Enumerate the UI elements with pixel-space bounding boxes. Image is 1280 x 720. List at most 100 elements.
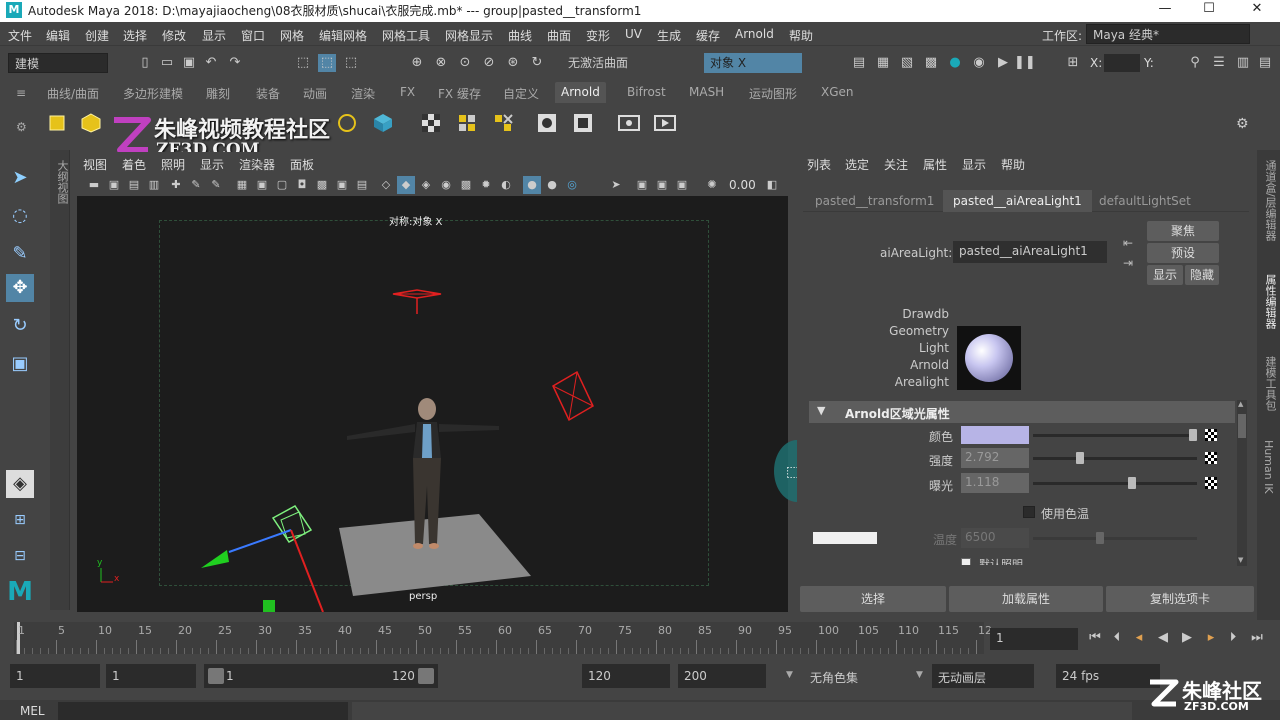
- ae-menu-attributes[interactable]: 属性: [923, 156, 947, 173]
- intensity-map-icon[interactable]: [1205, 452, 1217, 464]
- area-light-icon[interactable]: [46, 112, 68, 134]
- menu-display[interactable]: 显示: [202, 27, 226, 44]
- go-to-start-icon[interactable]: ⏮: [1086, 629, 1104, 647]
- snap-view-icon[interactable]: ⊘: [480, 54, 498, 72]
- step-forward-frame-icon[interactable]: ⏵: [1224, 629, 1242, 647]
- four-view-layout-icon[interactable]: ⊞: [6, 506, 34, 534]
- delete-cache-icon[interactable]: [492, 112, 514, 134]
- menu-cache[interactable]: 缓存: [696, 27, 720, 44]
- select-component-icon[interactable]: ⬚: [342, 54, 360, 72]
- shelf-tab-xgen[interactable]: XGen: [821, 85, 854, 99]
- grease-pencil-icon[interactable]: ✎: [187, 176, 205, 194]
- illuminates-default-checkbox[interactable]: [961, 558, 973, 565]
- default-material-icon[interactable]: ◉: [437, 176, 455, 194]
- snap-pivot-icon[interactable]: ↻: [528, 54, 546, 72]
- resolution-gate-icon[interactable]: ▢: [273, 176, 291, 194]
- command-input[interactable]: [58, 702, 348, 720]
- maximize-button[interactable]: ☐: [1194, 1, 1224, 16]
- textured-icon[interactable]: ▩: [457, 176, 475, 194]
- live-surface-field[interactable]: 无激活曲面: [562, 53, 662, 73]
- play-forwards-icon[interactable]: ▶: [1178, 629, 1196, 647]
- minimize-button[interactable]: —: [1150, 1, 1180, 16]
- ipr-render-icon[interactable]: ▧: [898, 54, 916, 72]
- menu-edit-mesh[interactable]: 编辑网格: [319, 27, 367, 44]
- menu-uv[interactable]: UV: [625, 27, 642, 41]
- anti-aliasing-icon[interactable]: ◎: [563, 176, 581, 194]
- grid-toggle-icon[interactable]: ✎: [207, 176, 225, 194]
- smooth-shade-icon[interactable]: ◆: [397, 176, 415, 194]
- sidebar-toggle-icon[interactable]: ⚲: [1186, 54, 1204, 72]
- open-scene-icon[interactable]: ▭: [158, 54, 176, 72]
- character-set-dropdown[interactable]: 无角色集: [810, 669, 858, 686]
- shelf-tab-poly[interactable]: 多边形建模: [123, 85, 183, 102]
- step-forward-key-icon[interactable]: ▸: [1202, 629, 1220, 647]
- ae-section-header[interactable]: ▼ Arnold区域光属性: [809, 401, 1235, 423]
- menu-file[interactable]: 文件: [8, 27, 32, 44]
- xray-active-icon[interactable]: ▣: [673, 176, 691, 194]
- side-tab-human-ik[interactable]: Human IK: [1262, 440, 1275, 494]
- rotate-tool-icon[interactable]: ↻: [6, 312, 34, 340]
- viewport-menu-renderer[interactable]: 渲染器: [239, 156, 275, 173]
- snap-grid-icon[interactable]: ⊕: [408, 54, 426, 72]
- ambient-occlusion-icon[interactable]: ●: [523, 176, 541, 194]
- ae-tab-transform[interactable]: pasted__transform1: [815, 194, 934, 208]
- snap-curve-icon[interactable]: ⊗: [432, 54, 450, 72]
- playback-start-field[interactable]: 1: [106, 664, 196, 688]
- render-setup-icon[interactable]: ◉: [970, 54, 988, 72]
- intensity-field[interactable]: 2.792: [961, 448, 1029, 468]
- menu-mesh-tools[interactable]: 网格工具: [382, 27, 430, 44]
- wireframe-on-shaded-icon[interactable]: ◈: [417, 176, 435, 194]
- scale-tool-icon[interactable]: ▣: [6, 350, 34, 378]
- render-settings-icon[interactable]: ▩: [922, 54, 940, 72]
- camera-attributes-icon[interactable]: ▣: [105, 176, 123, 194]
- safe-action-icon[interactable]: ▣: [333, 176, 351, 194]
- snap-surface-icon[interactable]: ⊛: [504, 54, 522, 72]
- menu-modify[interactable]: 修改: [162, 27, 186, 44]
- animation-start-field[interactable]: 1: [10, 664, 100, 688]
- side-tab-modeling-toolkit[interactable]: 建模工具包: [1262, 356, 1278, 411]
- menu-windows[interactable]: 窗口: [241, 27, 265, 44]
- save-scene-icon[interactable]: ▣: [180, 54, 198, 72]
- step-back-key-icon[interactable]: ◂: [1130, 629, 1148, 647]
- ae-tab-lightset[interactable]: defaultLightSet: [1099, 194, 1191, 208]
- ae-copy-tab-button[interactable]: 复制选项卡: [1106, 586, 1254, 612]
- motion-blur-icon[interactable]: ●: [543, 176, 561, 194]
- shelf-tab-curves[interactable]: 曲线/曲面: [47, 85, 99, 102]
- exposure-value[interactable]: 0.00: [729, 178, 756, 192]
- x-coord-field[interactable]: [1104, 54, 1140, 72]
- shelf-tab-arnold[interactable]: Arnold: [555, 82, 606, 103]
- hypershade-icon[interactable]: ●: [946, 54, 964, 72]
- side-tab-attribute-editor[interactable]: 属性编辑器: [1262, 274, 1278, 329]
- snap-point-icon[interactable]: ⊙: [456, 54, 474, 72]
- viewport-canvas[interactable]: 对称:对象 X y x persp: [77, 196, 788, 612]
- step-back-frame-icon[interactable]: ⏴: [1108, 629, 1126, 647]
- ae-menu-show[interactable]: 显示: [962, 156, 986, 173]
- material-icon[interactable]: [536, 112, 558, 134]
- play-backwards-icon[interactable]: ◀: [1154, 629, 1172, 647]
- safe-title-icon[interactable]: ▤: [353, 176, 371, 194]
- field-chart-icon[interactable]: ▩: [313, 176, 331, 194]
- ae-menu-focus[interactable]: 关注: [884, 156, 908, 173]
- select-tool-icon[interactable]: ➤: [6, 164, 34, 192]
- flush-cache-icon[interactable]: [456, 112, 478, 134]
- menu-set-dropdown[interactable]: 建模: [8, 53, 108, 73]
- symmetry-dropdown[interactable]: 对象 X: [704, 53, 802, 73]
- exposure-map-icon[interactable]: [1205, 477, 1217, 489]
- range-start-handle[interactable]: [208, 668, 224, 684]
- transform-mode-icon[interactable]: ⊞: [1064, 54, 1082, 72]
- menu-mesh-display[interactable]: 网格显示: [445, 27, 493, 44]
- anim-layer-arrow-icon[interactable]: ▼: [916, 670, 923, 680]
- exposure-slider-knob[interactable]: [1128, 477, 1136, 489]
- viewport-menu-lighting[interactable]: 照明: [161, 156, 185, 173]
- channel-box-toggle-icon[interactable]: ▤: [1256, 54, 1274, 72]
- shelf-tab-fx-cache[interactable]: FX 缓存: [438, 85, 481, 102]
- time-ruler[interactable]: 1 5 10 15 20 25 30 35 40 45 50 55 60 65 70 75 80 85 90 95 10…: [14, 622, 992, 654]
- menu-edit[interactable]: 编辑: [46, 27, 70, 44]
- move-tool-icon[interactable]: ✥: [6, 274, 34, 302]
- lasso-tool-icon[interactable]: ◌: [6, 202, 34, 230]
- command-language-label[interactable]: MEL: [20, 704, 45, 718]
- ae-select-button[interactable]: 选择: [800, 586, 946, 612]
- animation-end-field[interactable]: 200: [678, 664, 766, 688]
- menu-curves[interactable]: 曲线: [508, 27, 532, 44]
- workspace-dropdown[interactable]: Maya 经典*: [1086, 24, 1250, 44]
